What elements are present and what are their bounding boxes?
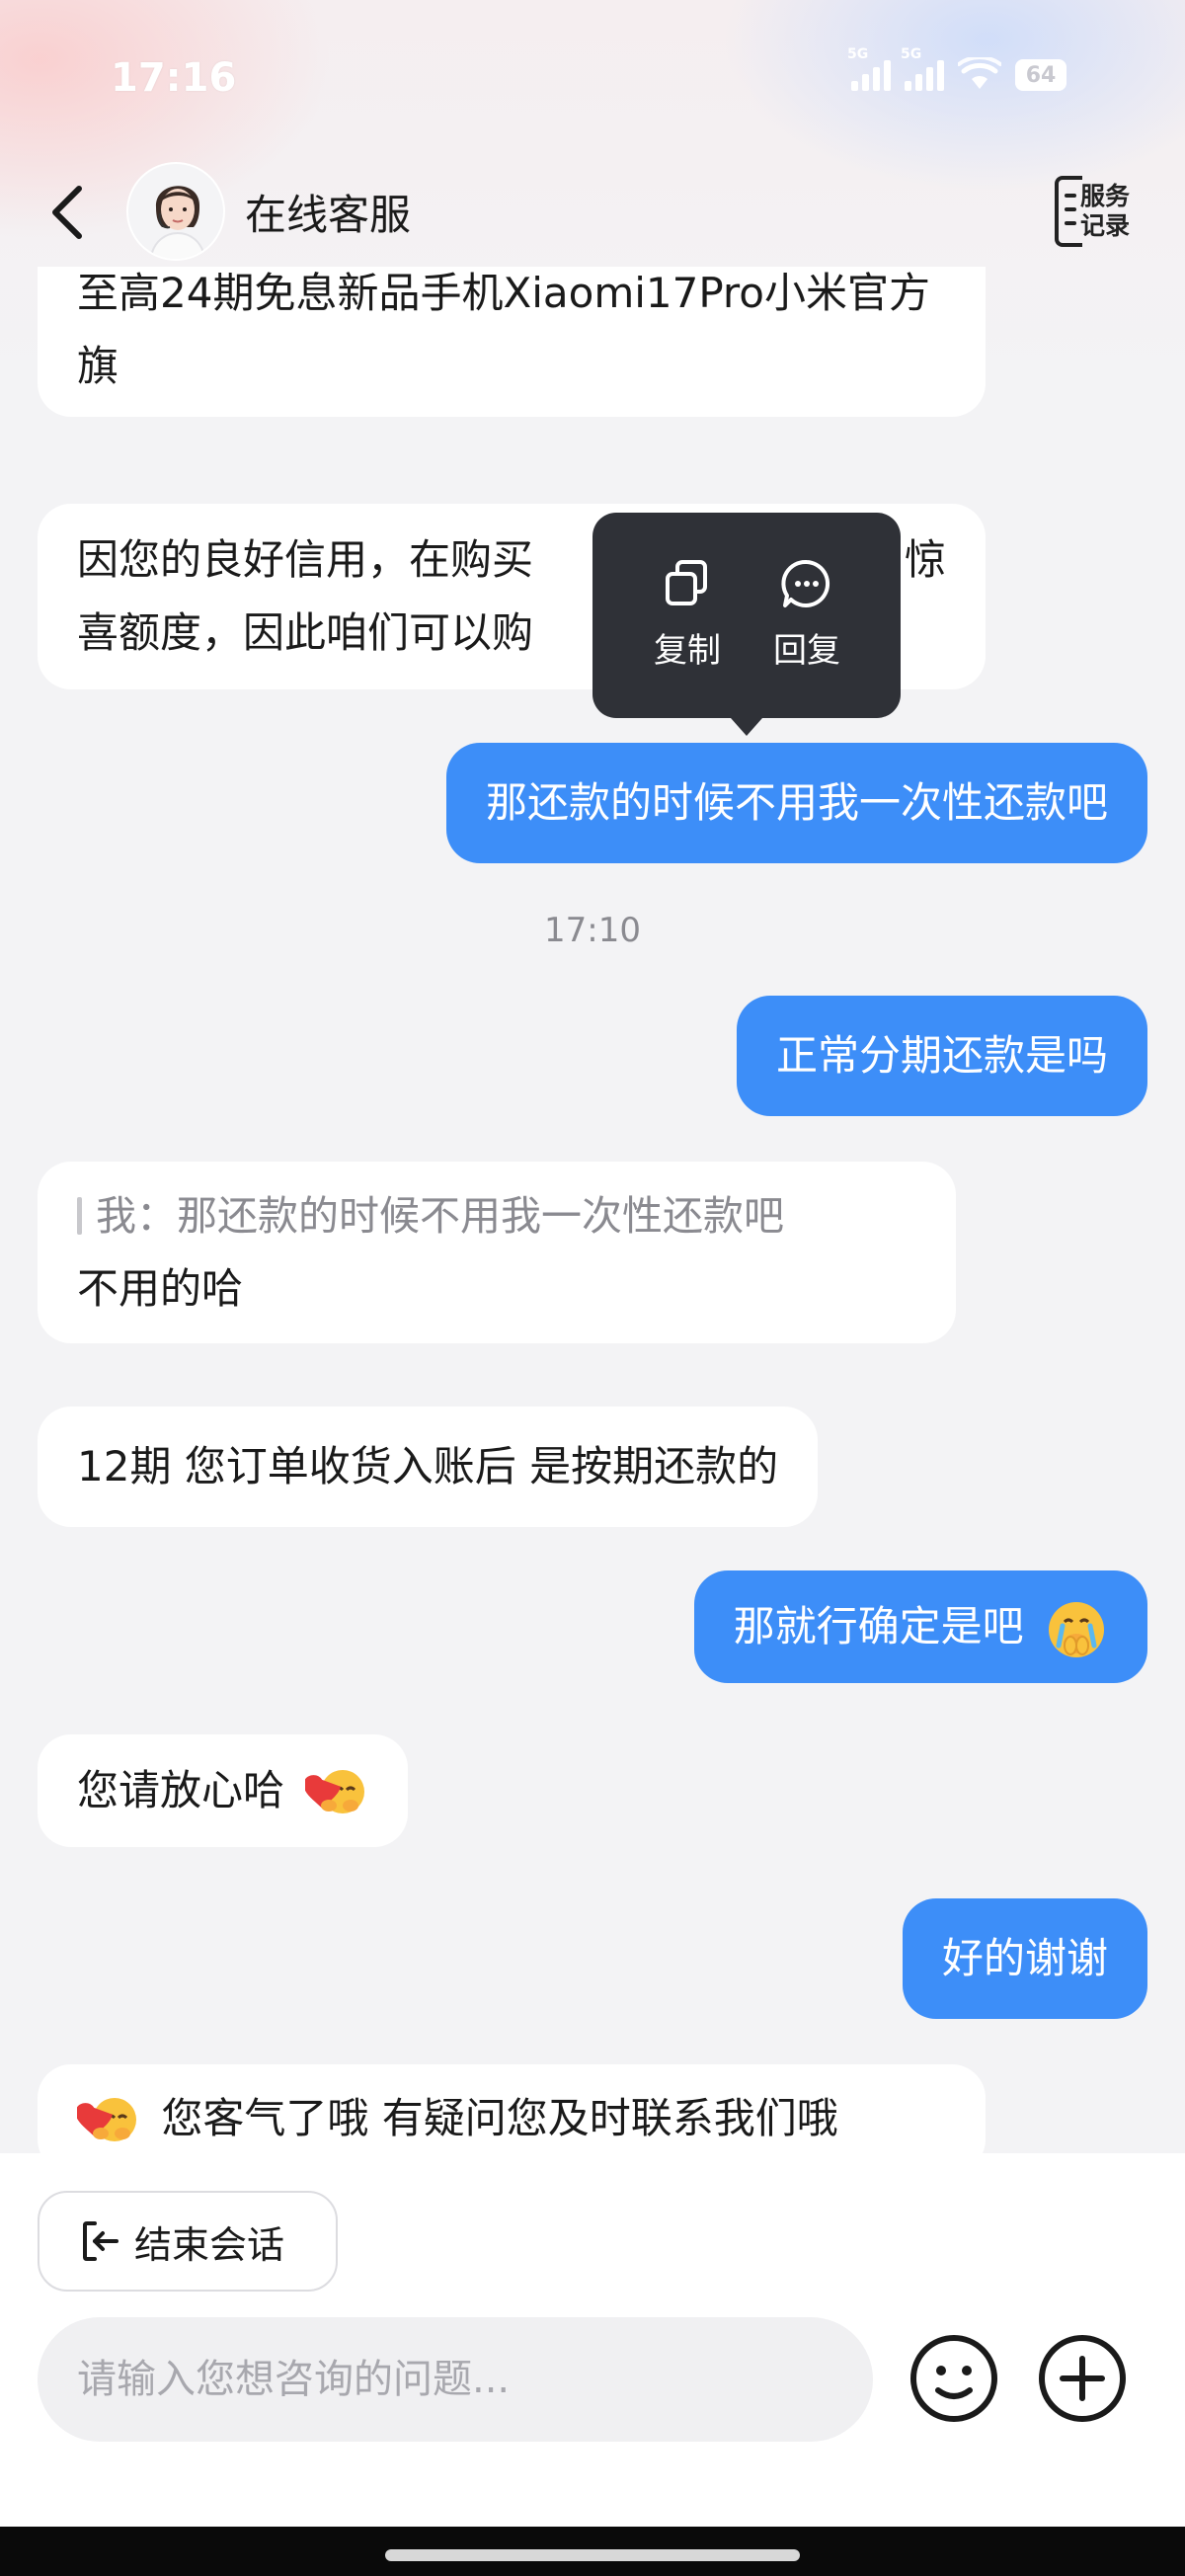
reply-label: 回复 xyxy=(773,631,840,671)
message-bubble-agent[interactable]: 您请放心哈 xyxy=(38,1734,409,1847)
message-bubble-agent-reply[interactable]: 我：那还款的时候不用我一次性还款吧 不用的哈 xyxy=(38,1162,956,1343)
message-text: 不用的哈 xyxy=(77,1264,244,1313)
message-text: 那还款的时候不用我一次性还款吧 xyxy=(485,778,1108,827)
message-bubble-user[interactable]: 那还款的时候不用我一次性还款吧 xyxy=(445,743,1147,863)
end-session-label: 结束会话 xyxy=(134,2222,285,2267)
message-text: 好的谢谢 xyxy=(941,1934,1108,1982)
more-actions-button[interactable] xyxy=(1037,2333,1128,2424)
back-button[interactable] xyxy=(47,178,97,247)
message-text: 正常分期还款是吗 xyxy=(775,1031,1108,1080)
message-bubble-agent[interactable]: 至高24期免息新品手机Xiaomi17Pro小米官方旗 xyxy=(38,267,986,417)
message-bubble-agent[interactable]: 您客气了哦 有疑问您及时联系我们哦 xyxy=(38,2064,986,2153)
message-text: 因您的良好信用，在购买 xyxy=(77,535,534,584)
copy-icon xyxy=(666,560,707,605)
service-record-label: 服务 记录 xyxy=(1080,182,1131,240)
message-text: 至高24期免息新品手机Xiaomi17Pro小米官方旗 xyxy=(77,269,930,390)
message-text-end: 惊 xyxy=(904,535,946,584)
smiley-icon xyxy=(910,2335,997,2422)
message-text-line2: 喜额度，因此咱们可以购 xyxy=(77,608,534,657)
wifi-icon xyxy=(957,55,1002,91)
status-time: 17:16 xyxy=(111,55,237,101)
exit-icon xyxy=(83,2221,118,2261)
emoji-button[interactable] xyxy=(908,2333,999,2424)
plus-circle-icon xyxy=(1039,2335,1126,2422)
service-record-button[interactable]: 服务 记录 xyxy=(1055,176,1136,249)
reply-chat-icon xyxy=(781,559,830,607)
message-input[interactable] xyxy=(38,2317,873,2442)
document-lines xyxy=(1065,194,1076,235)
chat-header: 在线客服 服务 记录 xyxy=(0,158,1185,267)
agent-avatar-icon xyxy=(128,164,223,259)
reply-menu-item[interactable]: 回复 xyxy=(748,554,866,672)
copy-label: 复制 xyxy=(654,631,721,671)
message-bubble-agent[interactable]: 12期 您订单收货入账后 是按期还款的 xyxy=(38,1407,819,1527)
agent-avatar[interactable] xyxy=(126,162,225,261)
crying-emoji-icon xyxy=(1049,1601,1104,1657)
quote-bar xyxy=(77,1197,82,1235)
message-text: 12期 您订单收货入账后 是按期还款的 xyxy=(77,1442,779,1490)
input-panel: 结束会话 xyxy=(0,2153,1185,2576)
message-text: 那就行确定是吧 xyxy=(733,1602,1024,1650)
hug-heart-emoji-icon xyxy=(77,2097,136,2141)
cellular-signal-icon-2: 5G xyxy=(901,46,944,91)
quoted-message[interactable]: 我：那还款的时候不用我一次性还款吧 xyxy=(77,1179,916,1252)
battery-indicator: 64 xyxy=(1015,59,1066,91)
network-type-label: 5G xyxy=(847,46,869,62)
hug-heart-emoji-icon xyxy=(305,1769,365,1813)
status-icons: 5G 5G 64 xyxy=(847,46,1066,91)
chevron-left-icon xyxy=(52,186,82,239)
message-text: 您请放心哈 xyxy=(77,1766,285,1814)
message-timestamp: 17:10 xyxy=(544,911,641,950)
quoted-text: 我：那还款的时候不用我一次性还款吧 xyxy=(96,1192,784,1240)
home-indicator[interactable] xyxy=(385,2549,800,2561)
popup-arrow xyxy=(731,718,762,736)
message-text: 您客气了哦 有疑问您及时联系我们哦 xyxy=(161,2094,838,2142)
page-title: 在线客服 xyxy=(245,191,412,239)
message-bubble-user[interactable]: 那就行确定是吧 xyxy=(693,1570,1147,1683)
end-session-button[interactable]: 结束会话 xyxy=(38,2191,338,2292)
message-bubble-user[interactable]: 好的谢谢 xyxy=(902,1898,1147,2019)
network-type-label-2: 5G xyxy=(901,46,922,62)
cellular-signal-icon: 5G xyxy=(847,46,891,91)
message-bubble-user[interactable]: 正常分期还款是吗 xyxy=(736,996,1147,1116)
message-context-menu: 复制 回复 xyxy=(592,513,901,736)
copy-menu-item[interactable]: 复制 xyxy=(628,554,747,672)
status-bar: 17:16 5G 5G 64 xyxy=(0,0,1185,158)
